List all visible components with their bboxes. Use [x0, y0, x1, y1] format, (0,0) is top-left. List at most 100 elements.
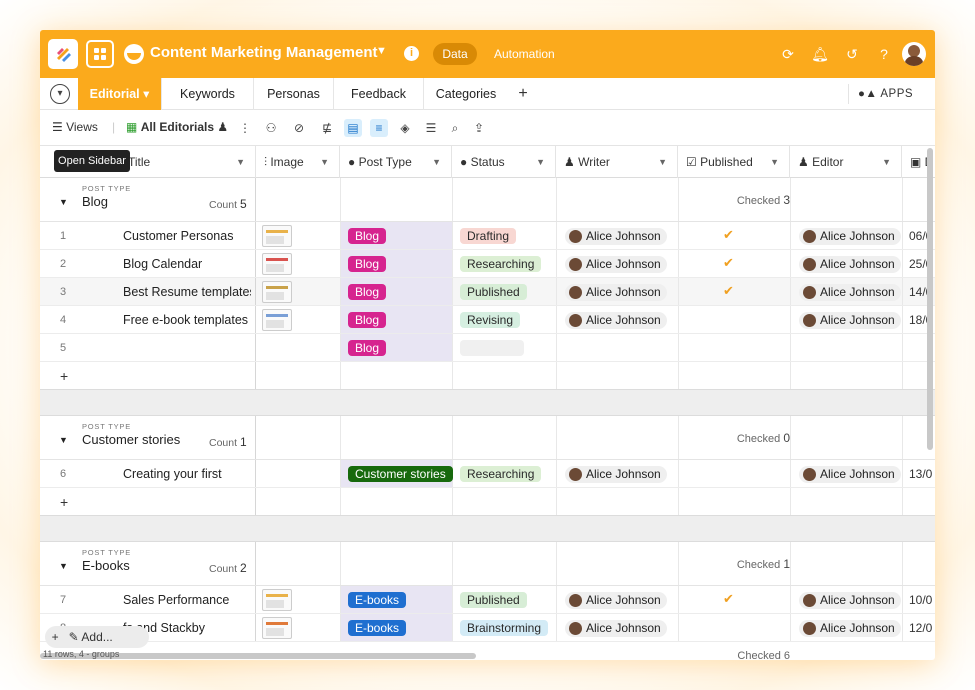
- status-badge[interactable]: Drafting: [460, 228, 517, 244]
- post-type-badge[interactable]: Blog: [348, 256, 387, 272]
- user-avatar[interactable]: [902, 42, 926, 66]
- row-height-icon[interactable]: ☰: [422, 119, 440, 137]
- status-badge[interactable]: Brainstorming: [460, 620, 549, 636]
- data-tab-button[interactable]: Data: [433, 43, 477, 65]
- bell-icon[interactable]: 🔔︎: [810, 44, 830, 64]
- row-title-cell[interactable]: Blog Calendar: [123, 257, 251, 271]
- post-type-badge[interactable]: Blog: [348, 228, 387, 244]
- image-thumbnail[interactable]: [262, 253, 292, 275]
- vertical-scrollbar[interactable]: [927, 148, 933, 450]
- apps-button[interactable]: ●▲ APPS: [858, 78, 913, 110]
- date-cell[interactable]: 12/0: [909, 621, 935, 635]
- status-badge[interactable]: Researching: [460, 466, 542, 482]
- status-badge[interactable]: [460, 340, 524, 356]
- column-header-post-type[interactable]: ● Post Type ▼: [340, 146, 452, 178]
- views-button[interactable]: ☰ Views: [52, 120, 98, 134]
- writer-chip[interactable]: Alice Johnson: [565, 466, 667, 483]
- image-thumbnail[interactable]: [262, 281, 292, 303]
- published-check-icon[interactable]: ✔: [723, 283, 734, 299]
- editor-chip[interactable]: Alice Johnson: [799, 466, 901, 483]
- writer-chip[interactable]: Alice Johnson: [565, 312, 667, 329]
- info-icon[interactable]: i: [404, 46, 419, 61]
- post-type-badge[interactable]: Blog: [348, 340, 387, 356]
- table-row[interactable]: 3 Best Resume templates Blog Published Alice…: [40, 278, 935, 306]
- post-type-badge[interactable]: Blog: [348, 284, 387, 300]
- collapse-tabs-chevron-icon[interactable]: ▾: [50, 84, 70, 104]
- writer-chip[interactable]: Alice Johnson: [565, 284, 667, 301]
- sort-icon[interactable]: ≡: [370, 119, 388, 137]
- collapse-group-triangle-icon[interactable]: ▼: [59, 435, 68, 445]
- tab-personas[interactable]: Personas: [254, 78, 334, 110]
- date-cell[interactable]: 13/0: [909, 467, 935, 481]
- image-thumbnail[interactable]: [262, 309, 292, 331]
- status-badge[interactable]: Revising: [460, 312, 521, 328]
- current-view-button[interactable]: ▦ All Editorials ♟: [126, 120, 228, 134]
- table-row[interactable]: 1 Customer Personas Blog Drafting Alice John…: [40, 222, 935, 250]
- group-header-row[interactable]: ▼ POST TYPE Customer stories Count 1 Checked…: [40, 416, 935, 460]
- writer-chip[interactable]: Alice Johnson: [565, 592, 667, 609]
- status-badge[interactable]: Published: [460, 592, 527, 608]
- group-header-row[interactable]: ▼ POST TYPE E-books Count 2 Checked 1: [40, 542, 935, 586]
- stackby-logo-icon[interactable]: [48, 39, 78, 69]
- table-row[interactable]: 7 Sales Performance E-books Published Alice …: [40, 586, 935, 614]
- apps-grid-icon[interactable]: [86, 40, 114, 68]
- help-icon[interactable]: ?: [874, 44, 894, 64]
- column-header-writer[interactable]: ♟ Writer ▼: [556, 146, 678, 178]
- more-options-icon[interactable]: ⋮: [236, 119, 254, 137]
- automation-tab-button[interactable]: Automation: [494, 47, 555, 61]
- title-chevron-down-icon[interactable]: ▼: [376, 45, 387, 57]
- color-icon[interactable]: ◈: [396, 119, 414, 137]
- status-badge[interactable]: Researching: [460, 256, 542, 272]
- add-table-plus-icon[interactable]: +: [514, 85, 532, 103]
- collapse-group-triangle-icon[interactable]: ▼: [59, 197, 68, 207]
- filter-icon[interactable]: ⋢: [318, 119, 336, 137]
- add-row-button[interactable]: + ✎ Add...: [45, 626, 149, 648]
- tab-keywords[interactable]: Keywords: [162, 78, 254, 110]
- row-title-cell[interactable]: Creating your first: [123, 467, 251, 481]
- published-check-icon[interactable]: ✔: [723, 255, 734, 271]
- table-row[interactable]: 4 Free e-book templates in Blog Revising Ali…: [40, 306, 935, 334]
- row-title-cell[interactable]: Customer Personas: [123, 229, 251, 243]
- post-type-badge[interactable]: E-books: [348, 620, 407, 636]
- post-type-badge[interactable]: E-books: [348, 592, 407, 608]
- status-badge[interactable]: Published: [460, 284, 527, 300]
- group-header-row[interactable]: ▼ POST TYPE Blog Count 5 Checked 3: [40, 178, 935, 222]
- published-check-icon[interactable]: ✔: [723, 227, 734, 243]
- column-header-status[interactable]: ● Status ▼: [452, 146, 556, 178]
- row-title-cell[interactable]: Free e-book templates in: [123, 313, 251, 327]
- image-thumbnail[interactable]: [262, 617, 292, 639]
- share-view-icon[interactable]: ⚇: [262, 119, 280, 137]
- row-title-cell[interactable]: Best Resume templates: [123, 285, 251, 299]
- writer-chip[interactable]: Alice Johnson: [565, 620, 667, 637]
- tab-feedback[interactable]: Feedback: [334, 78, 424, 110]
- sync-icon[interactable]: ⟳: [778, 44, 798, 64]
- row-title-cell[interactable]: Sales Performance: [123, 593, 251, 607]
- table-row[interactable]: 8fs and StackbyE-booksBrainstormingAlice…: [40, 614, 935, 642]
- add-row-in-group[interactable]: +: [40, 362, 935, 390]
- writer-chip[interactable]: Alice Johnson: [565, 256, 667, 273]
- image-thumbnail[interactable]: [262, 589, 292, 611]
- post-type-badge[interactable]: Blog: [348, 312, 387, 328]
- export-icon[interactable]: ⇪: [470, 119, 488, 137]
- add-row-plus-icon[interactable]: +: [60, 368, 68, 384]
- hide-fields-icon[interactable]: ⊘: [290, 119, 308, 137]
- published-check-icon[interactable]: ✔: [723, 591, 734, 607]
- date-cell[interactable]: 10/0: [909, 593, 935, 607]
- group-icon[interactable]: ▤: [344, 119, 362, 137]
- column-header-editor[interactable]: ♟ Editor ▼: [790, 146, 902, 178]
- editor-chip[interactable]: Alice Johnson: [799, 592, 901, 609]
- search-icon[interactable]: ⌕: [446, 119, 464, 137]
- editor-chip[interactable]: Alice Johnson: [799, 620, 901, 637]
- post-type-badge[interactable]: Customer stories: [348, 466, 453, 482]
- add-row-plus-icon[interactable]: +: [60, 494, 68, 510]
- collapse-group-triangle-icon[interactable]: ▼: [59, 561, 68, 571]
- add-row-in-group[interactable]: +: [40, 488, 935, 516]
- editor-chip[interactable]: Alice Johnson: [799, 284, 901, 301]
- stack-title[interactable]: Content Marketing Management: [150, 44, 378, 61]
- image-thumbnail[interactable]: [262, 225, 292, 247]
- tab-editorial[interactable]: Editorial ▾: [78, 78, 162, 110]
- column-header-published[interactable]: ☑ Published ▼: [678, 146, 790, 178]
- editor-chip[interactable]: Alice Johnson: [799, 312, 901, 329]
- editor-chip[interactable]: Alice Johnson: [799, 228, 901, 245]
- table-row[interactable]: 5 Blog: [40, 334, 935, 362]
